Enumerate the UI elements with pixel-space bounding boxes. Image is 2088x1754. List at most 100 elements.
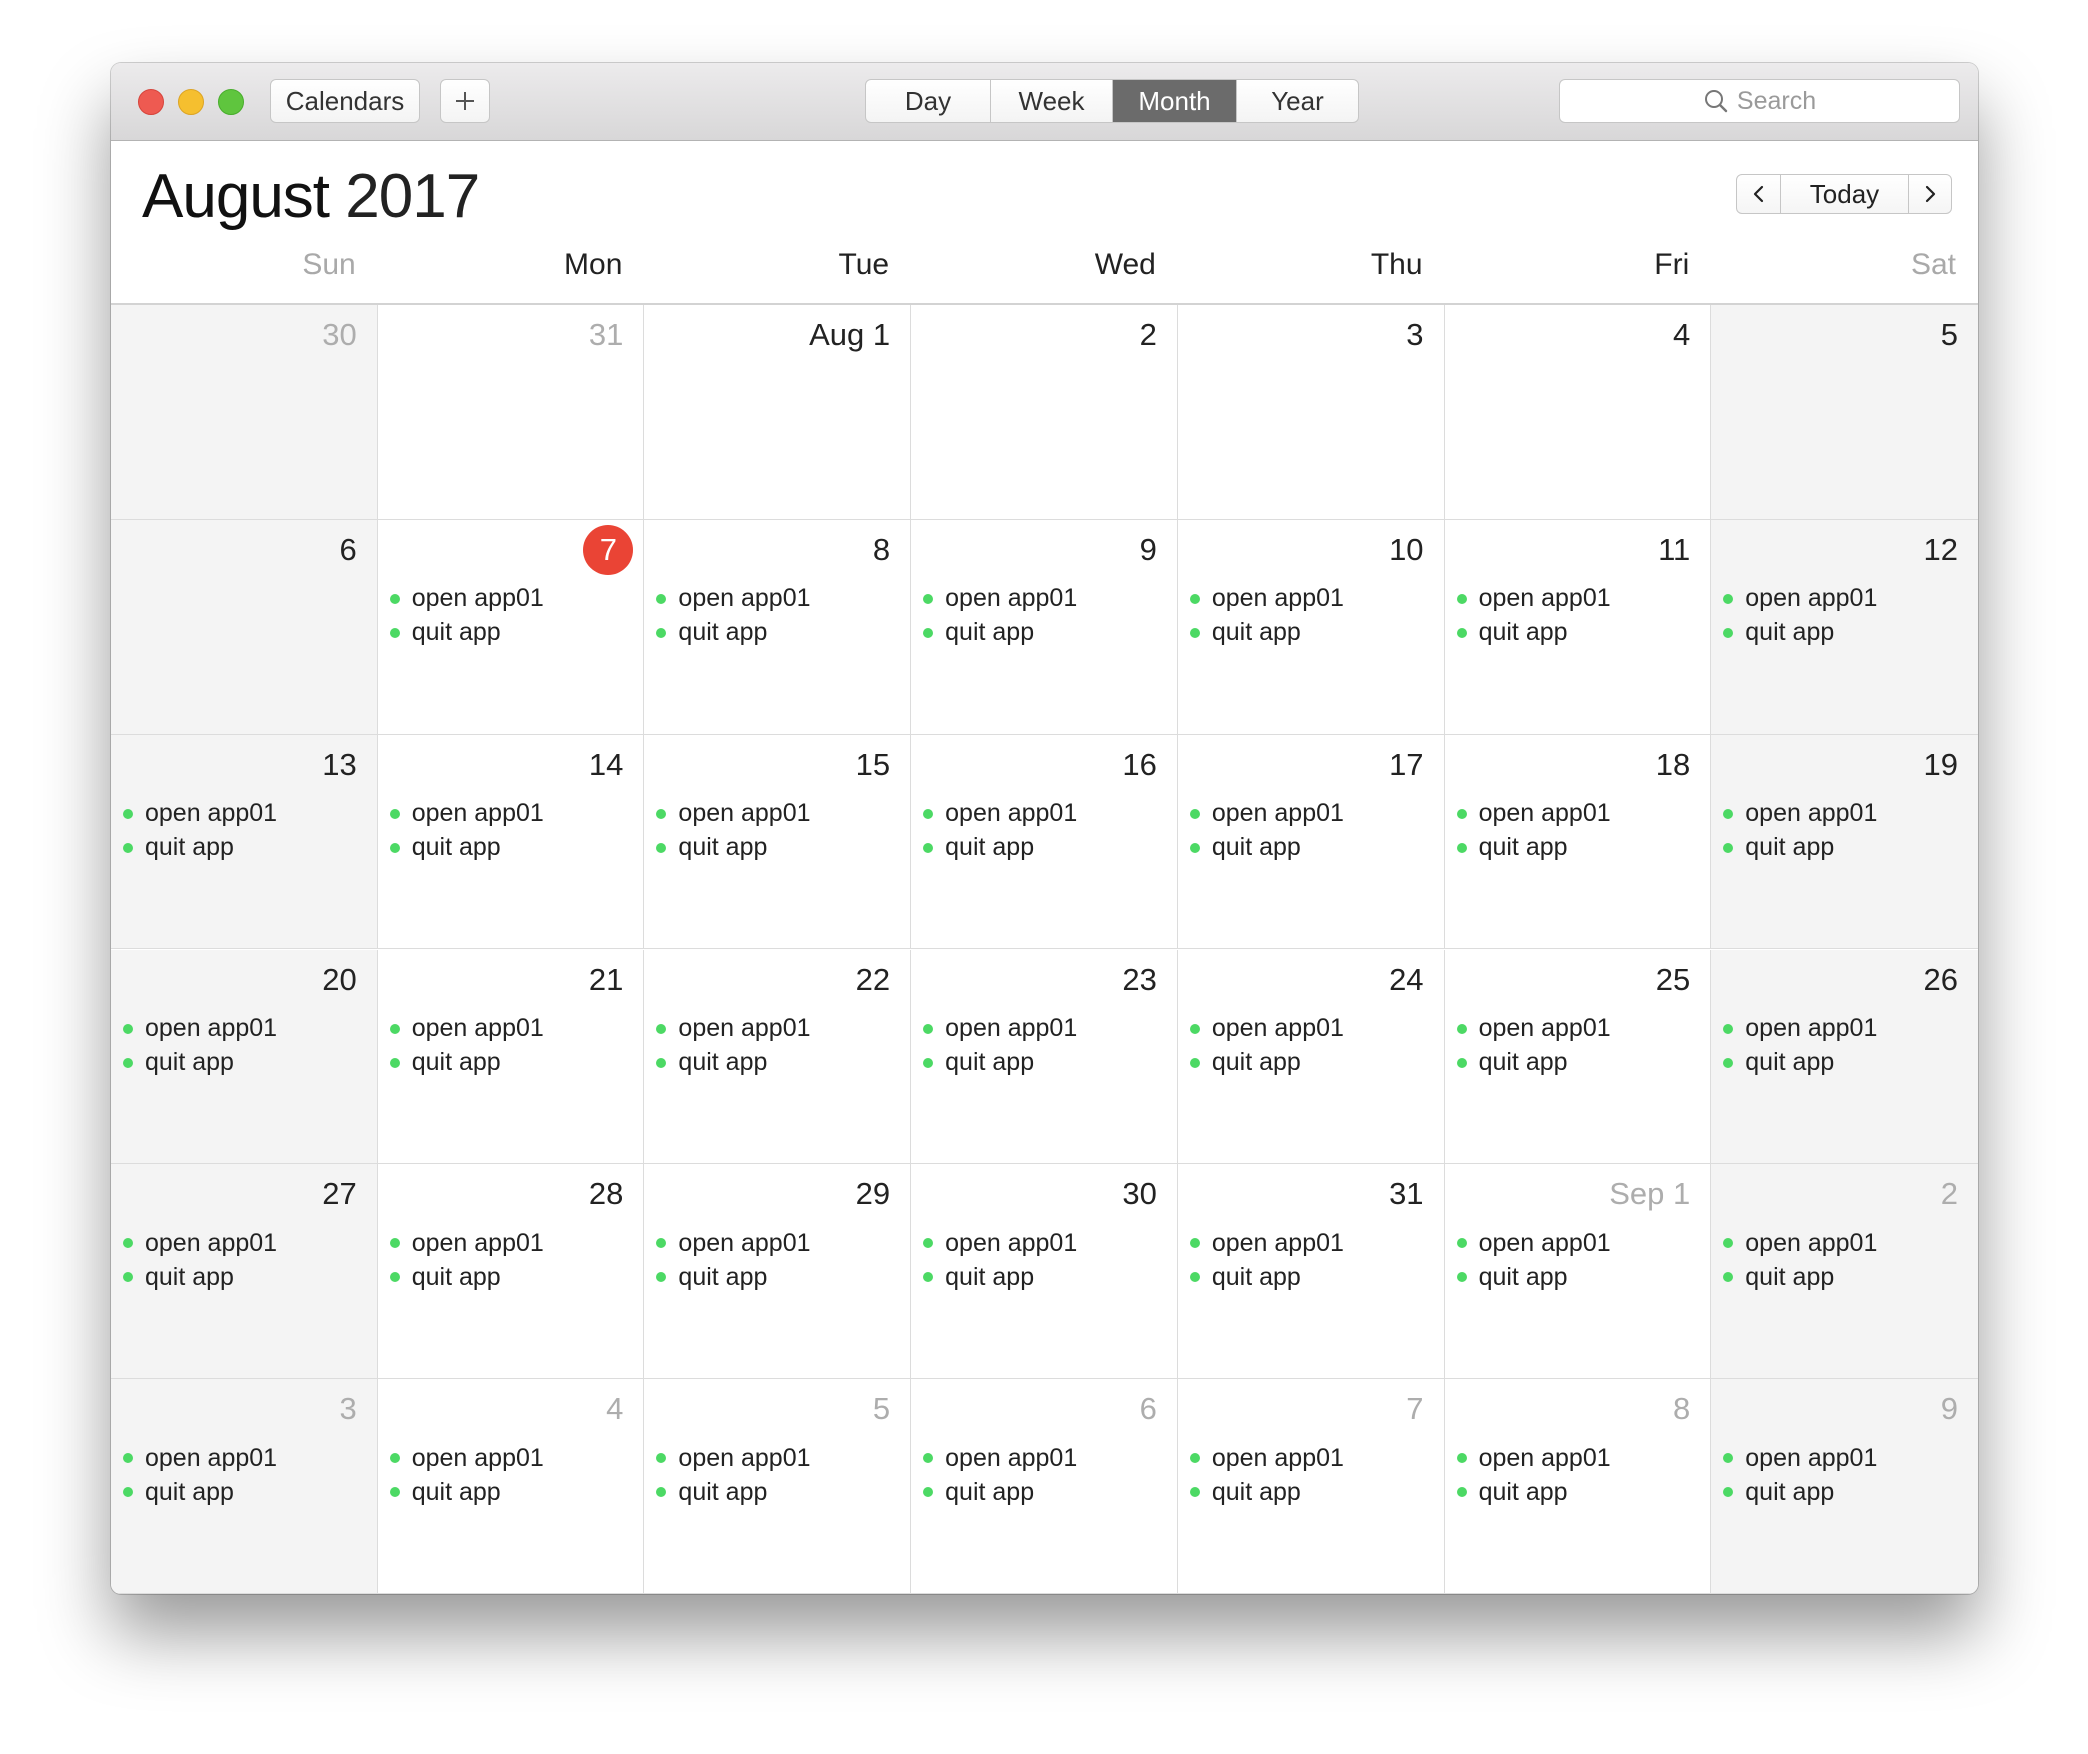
calendar-event[interactable]: open app01 [923, 1226, 1171, 1260]
day-cell[interactable]: 11 open app01 quit app [1444, 519, 1712, 735]
calendar-event[interactable]: quit app [656, 616, 904, 650]
calendar-event[interactable]: quit app [123, 1260, 371, 1294]
calendar-event[interactable]: quit app [1189, 616, 1438, 650]
day-cell[interactable]: 30 open app01 quit app [911, 1164, 1178, 1380]
day-cell[interactable]: 7 open app01 quit app [1177, 1379, 1445, 1594]
calendar-event[interactable]: open app01 [1723, 582, 1972, 616]
calendar-event[interactable]: open app01 [1456, 1441, 1705, 1475]
day-cell[interactable]: 7 open app01 quit app [377, 519, 645, 735]
day-cell[interactable]: 30 [111, 305, 378, 520]
calendar-event[interactable]: open app01 [923, 797, 1171, 831]
day-cell[interactable]: 3 [1177, 305, 1445, 520]
day-cell[interactable]: 25 open app01 quit app [1444, 949, 1712, 1165]
day-cell[interactable]: 23 open app01 quit app [911, 949, 1178, 1165]
calendar-event[interactable]: quit app [1189, 1046, 1438, 1080]
day-cell[interactable]: Aug 1 [644, 305, 912, 520]
day-cell[interactable]: 24 open app01 quit app [1177, 949, 1445, 1165]
calendar-event[interactable]: open app01 [1456, 797, 1705, 831]
calendar-event[interactable]: open app01 [1723, 1441, 1972, 1475]
day-cell[interactable]: 28 open app01 quit app [377, 1164, 645, 1380]
close-window-button[interactable] [138, 89, 164, 115]
search-field[interactable]: Search [1559, 79, 1960, 123]
day-cell[interactable]: 13 open app01 quit app [111, 734, 378, 950]
calendar-event[interactable]: quit app [1723, 616, 1972, 650]
calendar-event[interactable]: open app01 [656, 1441, 904, 1475]
day-cell[interactable]: 8 open app01 quit app [644, 519, 912, 735]
calendar-event[interactable]: quit app [1189, 1475, 1438, 1509]
calendar-event[interactable]: open app01 [656, 797, 904, 831]
day-cell[interactable]: 15 open app01 quit app [644, 734, 912, 950]
calendar-event[interactable]: open app01 [656, 1012, 904, 1046]
calendar-event[interactable]: open app01 [1456, 1012, 1705, 1046]
view-year-tab[interactable]: Year [1237, 80, 1358, 122]
calendar-event[interactable]: quit app [1723, 1260, 1972, 1294]
calendar-event[interactable]: quit app [389, 1260, 638, 1294]
calendar-event[interactable]: quit app [389, 1046, 638, 1080]
minimize-window-button[interactable] [178, 89, 204, 115]
calendar-event[interactable]: open app01 [656, 582, 904, 616]
calendar-event[interactable]: open app01 [389, 582, 638, 616]
calendar-event[interactable]: quit app [389, 1475, 638, 1509]
calendar-event[interactable]: quit app [656, 1260, 904, 1294]
day-cell[interactable]: 6 [111, 519, 378, 735]
calendar-event[interactable]: open app01 [1723, 1012, 1972, 1046]
previous-month-button[interactable] [1737, 175, 1781, 213]
day-cell[interactable]: 22 open app01 quit app [644, 949, 912, 1165]
calendar-event[interactable]: open app01 [1723, 1226, 1972, 1260]
calendar-event[interactable]: open app01 [923, 1441, 1171, 1475]
day-cell[interactable]: 3 open app01 quit app [111, 1379, 378, 1594]
day-cell[interactable]: 4 [1444, 305, 1712, 520]
day-cell[interactable]: 5 open app01 quit app [644, 1379, 912, 1594]
calendar-event[interactable]: quit app [923, 1260, 1171, 1294]
day-cell[interactable]: 10 open app01 quit app [1177, 519, 1445, 735]
calendar-event[interactable]: quit app [656, 831, 904, 865]
calendar-event[interactable]: quit app [923, 831, 1171, 865]
calendar-event[interactable]: open app01 [656, 1226, 904, 1260]
day-cell[interactable]: 31 [377, 305, 645, 520]
day-cell[interactable]: 21 open app01 quit app [377, 949, 645, 1165]
calendar-event[interactable]: open app01 [1723, 797, 1972, 831]
calendar-event[interactable]: quit app [923, 616, 1171, 650]
day-cell[interactable]: 2 [911, 305, 1178, 520]
day-cell[interactable]: 12 open app01 quit app [1711, 519, 1978, 735]
calendar-event[interactable]: quit app [389, 831, 638, 865]
calendar-event[interactable]: quit app [1723, 831, 1972, 865]
day-cell[interactable]: 9 open app01 quit app [1711, 1379, 1978, 1594]
calendar-event[interactable]: open app01 [123, 1226, 371, 1260]
calendar-event[interactable]: open app01 [389, 1226, 638, 1260]
calendar-event[interactable]: quit app [389, 616, 638, 650]
calendar-event[interactable]: quit app [1723, 1475, 1972, 1509]
calendar-event[interactable]: open app01 [1456, 1226, 1705, 1260]
calendar-event[interactable]: open app01 [1189, 797, 1438, 831]
calendar-event[interactable]: quit app [123, 1475, 371, 1509]
calendar-event[interactable]: open app01 [1189, 1226, 1438, 1260]
calendar-event[interactable]: quit app [1456, 1475, 1705, 1509]
calendars-button[interactable]: Calendars [270, 79, 420, 123]
calendar-event[interactable]: quit app [656, 1475, 904, 1509]
calendar-event[interactable]: open app01 [1456, 582, 1705, 616]
day-cell[interactable]: 8 open app01 quit app [1444, 1379, 1712, 1594]
next-month-button[interactable] [1909, 175, 1951, 213]
calendar-event[interactable]: open app01 [123, 797, 371, 831]
calendar-event[interactable]: open app01 [389, 1441, 638, 1475]
calendar-event[interactable]: open app01 [123, 1012, 371, 1046]
calendar-event[interactable]: quit app [1189, 1260, 1438, 1294]
calendar-event[interactable]: quit app [1189, 831, 1438, 865]
today-button[interactable]: Today [1781, 175, 1909, 213]
view-week-tab[interactable]: Week [991, 80, 1113, 122]
calendar-event[interactable]: quit app [123, 1046, 371, 1080]
day-cell[interactable]: 4 open app01 quit app [377, 1379, 645, 1594]
calendar-event[interactable]: quit app [1723, 1046, 1972, 1080]
add-event-button[interactable] [440, 79, 490, 123]
calendar-event[interactable]: quit app [656, 1046, 904, 1080]
day-cell[interactable]: 26 open app01 quit app [1711, 949, 1978, 1165]
calendar-event[interactable]: quit app [1456, 831, 1705, 865]
day-cell[interactable]: 5 [1711, 305, 1978, 520]
day-cell[interactable]: 6 open app01 quit app [911, 1379, 1178, 1594]
calendar-event[interactable]: open app01 [389, 1012, 638, 1046]
calendar-event[interactable]: quit app [923, 1046, 1171, 1080]
calendar-event[interactable]: open app01 [1189, 1012, 1438, 1046]
calendar-event[interactable]: quit app [1456, 1046, 1705, 1080]
day-cell[interactable]: 16 open app01 quit app [911, 734, 1178, 950]
day-cell[interactable]: 20 open app01 quit app [111, 949, 378, 1165]
